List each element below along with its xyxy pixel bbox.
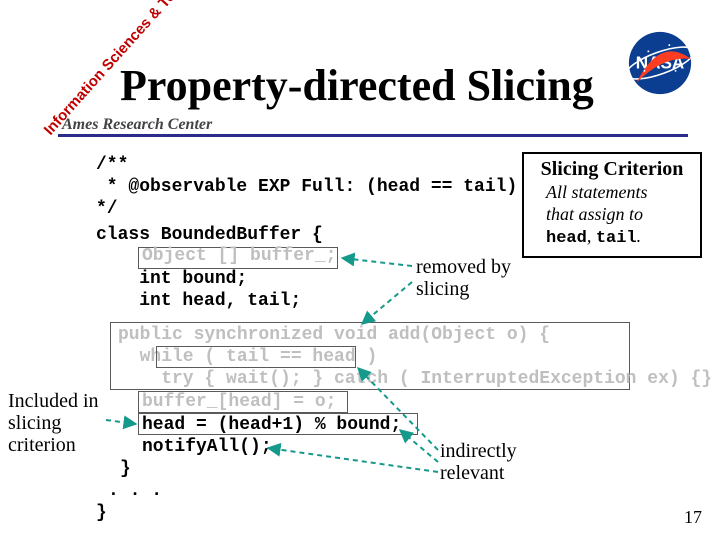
nasa-logo: NASA: [620, 28, 700, 98]
label-indirectly-relevant: indirectly relevant: [440, 440, 517, 484]
crit-var-tail: tail: [596, 229, 637, 248]
label-included-in-criterion: Included in slicing criterion: [8, 390, 118, 456]
crit-period: .: [637, 226, 642, 246]
code-brace-close: }: [120, 458, 131, 480]
removed-text-buffer-decl: Object [] buffer_;: [142, 246, 336, 266]
crit-line-2: that assign to: [546, 204, 643, 224]
slide-title: Property-directed Slicing: [120, 60, 594, 111]
slicing-criterion-title: Slicing Criterion: [532, 158, 692, 181]
removed-box-buffer-assign: [138, 391, 348, 413]
code-ellipsis: . . .: [108, 480, 162, 502]
slicing-criterion-body: All statements that assign to head, tail…: [532, 181, 692, 250]
crit-line-1: All statements: [546, 182, 648, 202]
page-number: 17: [684, 507, 702, 528]
header-rule: [58, 134, 688, 137]
code-javadoc: /** * @observable EXP Full: (head == tai…: [96, 154, 517, 220]
slicing-criterion-box: Slicing Criterion All statements that as…: [522, 152, 702, 258]
code-class-close: }: [96, 502, 107, 524]
ames-label: Ames Research Center: [62, 116, 212, 134]
inner-box-loop-cond: [156, 346, 356, 368]
crit-sep: ,: [587, 226, 596, 246]
code-head-assign: head = (head+1) % bound;: [142, 414, 401, 436]
crit-var-head: head: [546, 229, 587, 248]
label-removed-by-slicing: removed by slicing: [416, 256, 511, 300]
code-class-decl: class BoundedBuffer { int bound; int hea…: [96, 224, 376, 312]
code-notify: notifyAll();: [142, 436, 272, 458]
